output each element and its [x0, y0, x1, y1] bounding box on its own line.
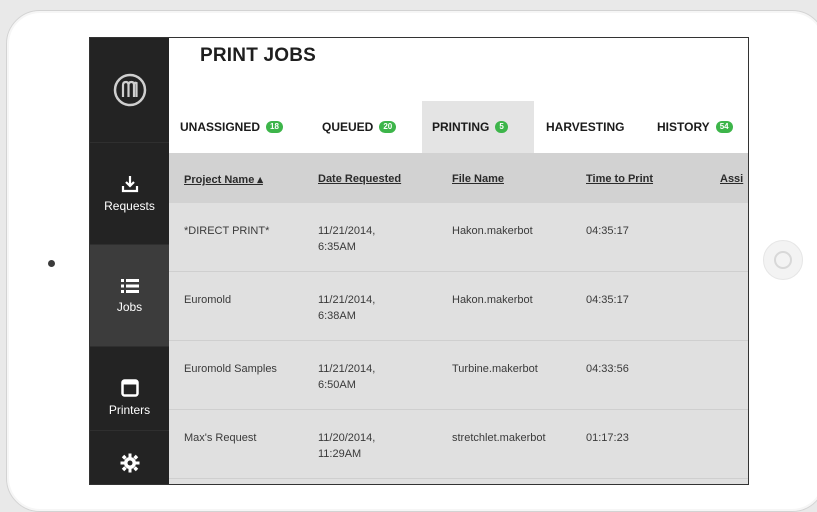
main-panel: PRINT JOBS UNASSIGNED 18 QUEUED 20 PRINT… — [169, 38, 748, 484]
table-row[interactable]: Euromold 11/21/2014, 6:38AM Hakon.makerbo… — [169, 272, 748, 341]
table-row[interactable]: Max's Request 11/20/2014, 11:29AM stretch… — [169, 410, 748, 479]
tab-harvesting[interactable]: HARVESTING — [546, 101, 624, 153]
count-badge: 18 — [266, 121, 283, 133]
sidebar-item-label: Printers — [108, 403, 151, 417]
tab-bar: UNASSIGNED 18 QUEUED 20 PRINTING 5 HARVE… — [169, 101, 748, 153]
count-badge: 54 — [715, 121, 733, 133]
header-project-name[interactable]: Project Name ▴ — [184, 173, 263, 186]
gear-icon — [120, 453, 139, 473]
download-icon — [121, 176, 138, 193]
count-badge: 5 — [495, 121, 508, 133]
header-assigned[interactable]: Assi — [720, 173, 743, 185]
table-header: Project Name ▴ Date Requested File Name … — [169, 153, 748, 203]
sidebar-item-label: Jobs — [116, 300, 143, 314]
count-badge: 20 — [379, 121, 397, 133]
sidebar-item-label: Requests — [104, 199, 155, 213]
sidebar-item-jobs[interactable]: Jobs — [90, 244, 169, 347]
header-file-name[interactable]: File Name — [452, 173, 504, 185]
tab-printing[interactable]: PRINTING 5 — [422, 101, 534, 153]
table-row[interactable]: *DIRECT PRINT* 11/21/2014, 6:35AM Hakon.m… — [169, 203, 748, 272]
sidebar-item-settings[interactable] — [90, 430, 169, 484]
header-time-to-print[interactable]: Time to Print — [586, 173, 653, 185]
jobs-table: Project Name ▴ Date Requested File Name … — [169, 153, 748, 484]
tab-unassigned[interactable]: UNASSIGNED 18 — [180, 101, 283, 153]
header-date-requested[interactable]: Date Requested — [318, 173, 401, 185]
printer-icon — [120, 379, 139, 397]
tab-history[interactable]: HISTORY 54 — [657, 101, 733, 153]
sidebar-item-requests[interactable]: Requests — [90, 142, 169, 245]
tab-queued[interactable]: QUEUED 20 — [322, 101, 397, 153]
table-row[interactable]: Euromold Samples 11/21/2014, 6:50AM Turbi… — [169, 341, 748, 410]
makerbot-logo — [90, 38, 169, 142]
sidebar: Requests Jobs Printers — [90, 38, 169, 484]
home-button[interactable] — [763, 240, 803, 280]
list-icon — [120, 279, 139, 293]
page-title: PRINT JOBS — [200, 45, 317, 66]
app-screen: Requests Jobs Printers PRINT JOBS UNASSI… — [89, 37, 749, 485]
camera-dot — [48, 260, 55, 267]
